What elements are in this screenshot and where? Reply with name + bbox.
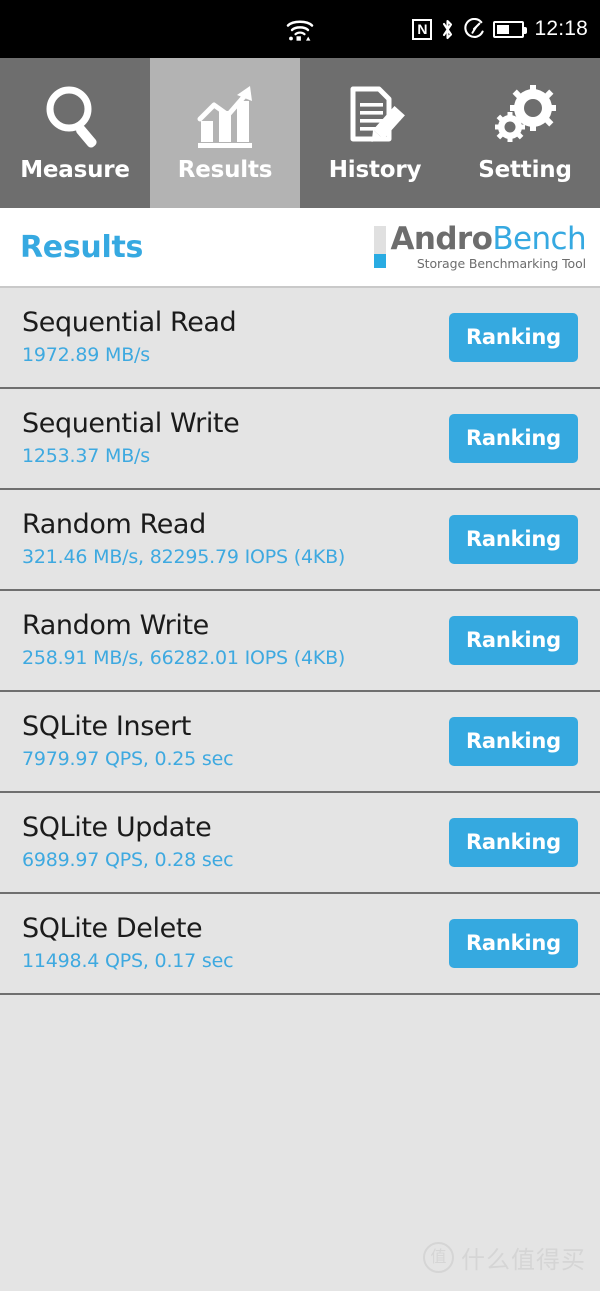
logo-word-andro: Andro (390, 221, 493, 257)
table-row: Sequential Write 1253.37 MB/s Ranking (0, 389, 600, 490)
battery-fill (497, 24, 510, 34)
result-value: 1972.89 MB/s (22, 344, 150, 366)
tab-setting-label: Setting (478, 157, 572, 183)
nfc-icon: N (412, 18, 433, 40)
row-texts: SQLite Insert 7979.97 QPS, 0.25 sec (22, 710, 234, 773)
tab-history[interactable]: History (300, 58, 450, 208)
gears-icon (495, 85, 556, 142)
logo-subtitle: Storage Benchmarking Tool (416, 256, 586, 271)
table-row: Random Write 258.91 MB/s, 66282.01 IOPS … (0, 591, 600, 692)
result-name: Random Read (22, 509, 206, 540)
ranking-button[interactable]: Ranking (448, 515, 578, 564)
result-name: Sequential Write (22, 408, 240, 439)
ranking-button[interactable]: Ranking (448, 313, 578, 362)
table-row: Random Read 321.46 MB/s, 82295.79 IOPS (… (0, 490, 600, 591)
result-name: SQLite Delete (22, 913, 203, 944)
tab-results-label: Results (177, 157, 273, 183)
gears-icon-wrap (490, 83, 560, 151)
status-right-cluster: N 12:18 (412, 0, 588, 58)
storage-bar-icon (374, 226, 387, 268)
row-texts: SQLite Delete 11498.4 QPS, 0.17 sec (22, 912, 234, 975)
bluetooth-icon (443, 19, 453, 39)
bar-chart-icon (197, 86, 252, 148)
status-clock: 12:18 (534, 17, 588, 40)
result-value: 6989.97 QPS, 0.28 sec (22, 849, 234, 871)
row-texts: Random Read 321.46 MB/s, 82295.79 IOPS (… (22, 508, 345, 571)
wifi-icon (286, 20, 314, 41)
table-row: SQLite Insert 7979.97 QPS, 0.25 sec Rank… (0, 692, 600, 793)
status-bar: N 12:18 (0, 0, 600, 58)
logo-text: AndroBench Storage Benchmarking Tool (390, 223, 586, 271)
table-row: Sequential Read 1972.89 MB/s Ranking (0, 288, 600, 389)
tab-history-label: History (328, 157, 422, 183)
tab-measure[interactable]: Measure (0, 58, 150, 208)
table-row: SQLite Delete 11498.4 QPS, 0.17 sec Rank… (0, 894, 600, 995)
row-texts: Random Write 258.91 MB/s, 66282.01 IOPS … (22, 609, 345, 672)
row-texts: Sequential Write 1253.37 MB/s (22, 407, 240, 470)
ranking-button[interactable]: Ranking (448, 414, 578, 463)
magnifier-icon (46, 86, 97, 148)
result-value: 321.46 MB/s, 82295.79 IOPS (4KB) (22, 546, 346, 568)
result-name: SQLite Update (22, 812, 212, 843)
ranking-button[interactable]: Ranking (448, 818, 578, 867)
magnifier-icon-wrap (40, 83, 110, 151)
result-value: 1253.37 MB/s (22, 445, 150, 467)
page-title: Results (20, 229, 144, 265)
result-value: 11498.4 QPS, 0.17 sec (22, 950, 234, 972)
page-header: Results AndroBench Storage Benchmarking … (0, 208, 600, 288)
ranking-button[interactable]: Ranking (448, 616, 578, 665)
result-name: Sequential Read (22, 307, 237, 338)
watermark-text: 什么值得买 (461, 1246, 586, 1274)
result-value: 7979.97 QPS, 0.25 sec (22, 748, 234, 770)
tab-measure-label: Measure (20, 157, 130, 183)
tab-setting[interactable]: Setting (450, 58, 600, 208)
storage-bar-empty (374, 226, 387, 254)
watermark: 值 什么值得买 (423, 1240, 586, 1275)
tab-results[interactable]: Results (150, 58, 300, 208)
row-texts: Sequential Read 1972.89 MB/s (22, 306, 237, 369)
results-list: Sequential Read 1972.89 MB/s Ranking Seq… (0, 288, 600, 995)
row-texts: SQLite Update 6989.97 QPS, 0.28 sec (22, 811, 234, 874)
battery-icon (493, 20, 528, 38)
ranking-button[interactable]: Ranking (448, 919, 578, 968)
androbench-logo: AndroBench Storage Benchmarking Tool (374, 223, 587, 271)
storage-bar-fill (374, 254, 387, 268)
document-pencil-icon-wrap (340, 83, 410, 151)
result-value: 258.91 MB/s, 66282.01 IOPS (4KB) (22, 647, 346, 669)
dnd-icon (464, 18, 485, 38)
result-name: Random Write (22, 610, 209, 641)
logo-wordmark: AndroBench (390, 223, 586, 255)
document-pencil-icon (350, 86, 405, 142)
ranking-button[interactable]: Ranking (448, 717, 578, 766)
result-name: SQLite Insert (22, 711, 191, 742)
table-row: SQLite Update 6989.97 QPS, 0.28 sec Rank… (0, 793, 600, 894)
logo-word-bench: Bench (492, 221, 586, 257)
main-tab-bar: Measure Results History Setting (0, 58, 600, 208)
watermark-badge-icon: 值 (423, 1242, 454, 1273)
bar-chart-icon-wrap (190, 83, 260, 151)
